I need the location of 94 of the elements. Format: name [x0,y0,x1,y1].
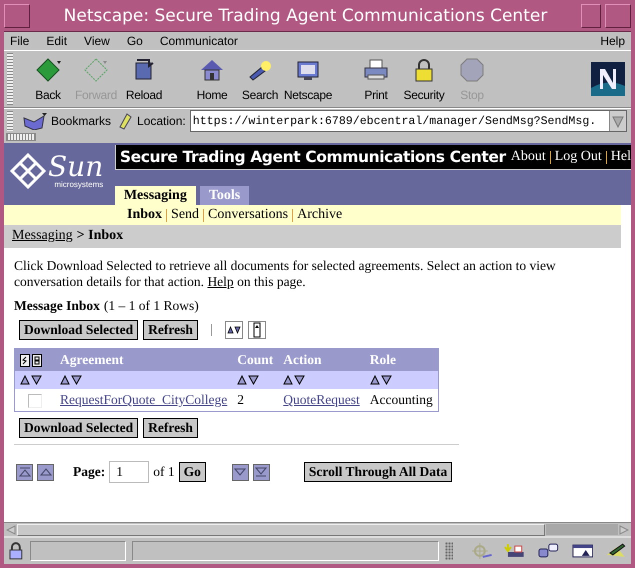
next-page-button[interactable] [232,464,249,480]
address-card-icon[interactable] [572,543,594,559]
sort-arrows-icon[interactable] [283,375,306,385]
minimize-button[interactable] [581,4,601,28]
action-button[interactable]: Refresh [143,320,198,340]
menu-item[interactable]: Communicator [160,34,238,48]
column-button[interactable] [248,321,266,339]
action-button[interactable]: Refresh [143,418,198,438]
breadcrumb-link[interactable]: Messaging [12,228,73,244]
header-link[interactable]: About [510,149,546,165]
url-field[interactable]: https://winterpark:6789/ebcentral/manager/SendMsg?SendMsg. [190,110,627,132]
first-page-button[interactable] [16,464,33,480]
sort-arrows-icon[interactable] [370,375,392,385]
row-checkbox[interactable] [28,394,42,408]
maximize-button[interactable] [605,4,631,28]
bookmark-book-icon [22,112,48,130]
column-header: Role [364,348,438,371]
menu-item[interactable]: Go [126,34,143,48]
sun-logo-icon [10,153,46,189]
dropdown-icon[interactable] [609,111,626,131]
subnav-link[interactable]: Inbox [127,207,162,223]
column-header: Action [278,348,365,371]
printer-icon [363,56,389,82]
toolbar-grip[interactable] [7,111,13,131]
toolbar-button[interactable]: Print [352,56,400,102]
page-total: of 1 [153,464,175,480]
toolbar-button[interactable]: Reload [120,56,168,102]
menu-item[interactable]: View [84,34,110,48]
sort-arrows-icon[interactable] [60,375,82,385]
tab[interactable]: Messaging [114,186,196,205]
stop-sign-icon [459,56,485,82]
breadcrumb-current: > Inbox [76,228,124,244]
table-cell: 2 [232,389,278,412]
component-bar-grip[interactable] [444,542,453,560]
forward-arrow-icon [83,56,109,82]
sort-arrows-icon[interactable] [20,375,42,385]
action-button[interactable]: Download Selected [19,320,138,340]
column-header: Agreement [55,348,232,371]
previous-page-button[interactable] [37,464,54,480]
sort-button[interactable] [224,321,243,339]
sun-logo: Sun microsystems [4,153,115,189]
toolbar-grip[interactable] [7,53,13,105]
column-icon [252,322,261,338]
toolbar-button[interactable]: Search [236,56,284,102]
location-label: Location: [137,114,186,128]
subnav-link[interactable]: Conversations [208,207,288,223]
window-menu-button[interactable] [4,4,30,28]
toolbar-button[interactable]: Home [188,56,236,102]
menu-item[interactable]: Help [600,34,625,48]
section-title: Message Inbox [14,298,100,314]
header-link[interactable]: Hel [610,149,631,165]
intro-text: Click Download Selected to retrieve all documents for selected agreements. Select an action to view conversation details for that action. Help on this page. [14,258,557,290]
menu-item[interactable]: Edit [46,34,68,48]
inbox-download-icon[interactable] [504,543,526,559]
help-link[interactable]: Help [207,274,234,289]
first-page-icon [18,467,30,477]
page-title: Secure Trading Agent Communications Center [120,148,506,166]
subnav-link[interactable]: Archive [297,207,342,223]
pen-paper-icon[interactable] [605,543,628,559]
sort-arrows-icon[interactable] [237,375,260,385]
up-arrow-icon [40,467,52,477]
toolbar-button[interactable]: Netscape [284,56,332,102]
action-link[interactable]: QuoteRequest [283,392,360,407]
collapse-tab[interactable] [6,133,36,141]
sort-arrows-icon [226,325,241,335]
toolbar-button[interactable]: Back [24,56,72,102]
row-count: (1 – 1 of 1 Rows) [104,298,199,314]
subnav-link[interactable]: Send [171,207,200,223]
last-page-button[interactable] [252,464,270,480]
horizontal-scrollbar[interactable] [4,522,631,536]
ship-wheel-icon[interactable] [470,543,492,559]
deselect-all-icon[interactable] [32,354,42,366]
padlock-icon[interactable] [8,542,24,560]
scrollbar-thumb[interactable] [17,524,545,536]
agreement-link[interactable]: RequestForQuote_CityCollege [60,392,228,407]
page-label: Page: [73,464,106,480]
select-all-icon[interactable] [20,354,30,366]
scroll-all-button[interactable]: Scroll Through All Data [304,462,452,482]
action-button[interactable]: Download Selected [19,418,138,438]
page-field[interactable]: 1 [109,461,150,483]
n-logo-icon [591,62,625,96]
menu-item[interactable]: File [10,34,30,48]
column-header: Count [232,348,278,371]
page-icon [117,112,134,130]
header-link[interactable]: Log Out [554,149,602,165]
table-cell: Accounting [364,389,438,412]
window-title: Netscape: Secure Trading Agent Communications Center [62,6,548,26]
last-page-icon [255,467,268,477]
toolbar-button[interactable]: Security [400,56,448,102]
chat-bubbles-icon[interactable] [538,543,560,559]
down-arrow-icon [234,467,246,477]
bookmarks-button[interactable]: Bookmarks [20,112,114,130]
back-arrow-icon [35,56,61,82]
go-button[interactable]: Go [178,462,206,482]
